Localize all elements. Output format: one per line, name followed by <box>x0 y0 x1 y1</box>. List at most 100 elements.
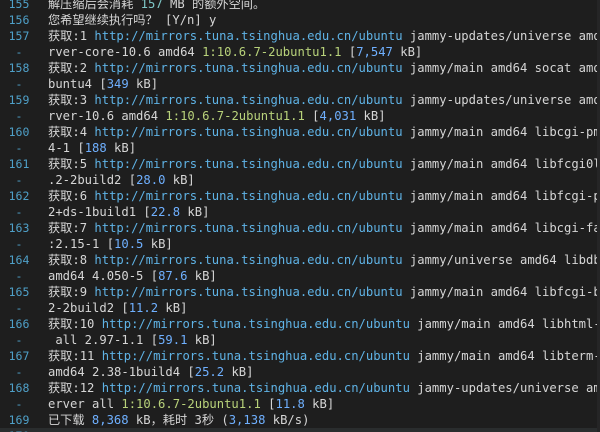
mirror-url[interactable]: http://mirrors.tuna.tsinghua.edu.cn/ubun… <box>102 349 410 363</box>
line-number: 163 <box>8 221 30 235</box>
line-text: .2-2build2 [28.0 kB] <box>48 172 195 188</box>
text-segment: 获取:7 <box>48 221 95 235</box>
terminal-line: 157 获取:1 http://mirrors.tuna.tsinghua.edu… <box>0 28 600 44</box>
line-text: 获取:10 http://mirrors.tuna.tsinghua.edu.c… <box>48 316 600 332</box>
line-number: 155 <box>8 0 30 11</box>
line-number: - <box>15 333 23 347</box>
line-text: 获取:5 http://mirrors.tuna.tsinghua.edu.cn… <box>48 156 600 172</box>
terminal-line: 155 解压缩后会消耗 157 MB 的额外空间。 <box>0 0 600 12</box>
line-number: 168 <box>8 381 30 395</box>
terminal-line: 163 获取:7 http://mirrors.tuna.tsinghua.edu… <box>0 220 600 236</box>
line-number: - <box>15 45 23 59</box>
version-string: 1:10.6.7-2ubuntu1.1 <box>121 397 261 411</box>
text-segment: amd64 2.38-1build4 [ <box>48 365 195 379</box>
text-segment: 已下载 <box>48 413 92 427</box>
text-segment: buntu4 [ <box>48 77 107 91</box>
size-value: 11.2 <box>128 301 159 315</box>
line-text: 2+ds-1build1 [22.8 kB] <box>48 204 209 220</box>
size-value: 8,368 <box>91 413 129 427</box>
line-number: - <box>15 269 23 283</box>
text-segment: jammy/universe amd64 libdbd-my <box>409 253 600 267</box>
text-segment: jammy-updates/universe amd64 <box>417 381 600 395</box>
terminal-line: 156 您希望继续执行吗？ [Y/n] y <box>0 12 600 28</box>
text-segment: 获取:8 <box>48 253 95 267</box>
text-segment: 2+ds-1build1 [ <box>48 205 151 219</box>
line-number: - <box>15 173 23 187</box>
text-segment: jammy-updates/universe amd64 m <box>409 29 600 43</box>
size-value: 7,547 <box>356 45 393 59</box>
line-number: 167 <box>8 349 30 363</box>
text-segment: 获取:9 <box>48 285 95 299</box>
mirror-url[interactable]: http://mirrors.tuna.tsinghua.edu.cn/ubun… <box>94 221 402 235</box>
line-text: buntu4 [349 kB] <box>48 76 158 92</box>
size-value: 3,138 <box>228 413 266 427</box>
text-segment: kB] <box>106 141 137 155</box>
terminal-line: 162 获取:6 http://mirrors.tuna.tsinghua.edu… <box>0 188 600 204</box>
text-segment: kB] <box>187 269 217 283</box>
text-segment: [ <box>260 397 276 411</box>
text-segment: [ <box>341 45 357 59</box>
terminal-line: 158 获取:2 http://mirrors.tuna.tsinghua.edu… <box>0 60 600 76</box>
text-segment: .2-2build2 [ <box>48 173 137 187</box>
mirror-url[interactable]: http://mirrors.tuna.tsinghua.edu.cn/ubun… <box>94 125 402 139</box>
line-number: 156 <box>8 13 30 27</box>
text-segment: jammy/main amd64 libhtml-temp <box>417 317 600 331</box>
terminal-line: 164 获取:8 http://mirrors.tuna.tsinghua.edu… <box>0 252 600 268</box>
text-segment: jammy/main amd64 libterm-read <box>417 349 600 363</box>
text-segment: kB，耗时 3秒 ( <box>128 413 229 427</box>
line-text: 获取:6 http://mirrors.tuna.tsinghua.edu.cn… <box>48 188 600 204</box>
line-text: rver-10.6 amd64 1:10.6.7-2ubuntu1.1 [4,0… <box>48 108 386 124</box>
line-number: - <box>15 109 23 123</box>
terminal-line: - 4-1 [188 kB] <box>0 140 600 156</box>
terminal-line: 167 获取:11 http://mirrors.tuna.tsinghua.ed… <box>0 348 600 364</box>
line-number: 170 <box>0 428 38 432</box>
terminal-line: 166 获取:10 http://mirrors.tuna.tsinghua.ed… <box>0 316 600 332</box>
text-segment: 获取:1 <box>48 29 95 43</box>
text-segment: jammy-updates/universe amd64 m <box>409 93 600 107</box>
mirror-url[interactable]: http://mirrors.tuna.tsinghua.edu.cn/ubun… <box>94 61 402 75</box>
line-text: 解压缩后会消耗 157 MB 的额外空间。 <box>48 0 265 12</box>
terminal-line: - amd64 4.050-5 [87.6 kB] <box>0 268 600 284</box>
text-segment: all 2.97-1.1 [ <box>48 333 159 347</box>
line-number: - <box>15 301 23 315</box>
mirror-url[interactable]: http://mirrors.tuna.tsinghua.edu.cn/ubun… <box>102 381 410 395</box>
text-segment: 获取:2 <box>48 61 95 75</box>
mirror-url[interactable]: http://mirrors.tuna.tsinghua.edu.cn/ubun… <box>94 253 402 267</box>
text-segment: kB] <box>143 237 173 251</box>
mirror-url[interactable]: http://mirrors.tuna.tsinghua.edu.cn/ubun… <box>94 285 402 299</box>
line-text: 获取:9 http://mirrors.tuna.tsinghua.edu.cn… <box>48 284 600 300</box>
size-value: 4,031 <box>319 109 357 123</box>
size-value: 10.5 <box>114 237 144 251</box>
mirror-url[interactable]: http://mirrors.tuna.tsinghua.edu.cn/ubun… <box>94 157 402 171</box>
mirror-url[interactable]: http://mirrors.tuna.tsinghua.edu.cn/ubun… <box>94 29 402 43</box>
mirror-url[interactable]: http://mirrors.tuna.tsinghua.edu.cn/ubun… <box>102 317 410 331</box>
size-value: 188 <box>84 141 107 155</box>
line-number: 169 <box>8 413 30 427</box>
line-text: :2.15-1 [10.5 kB] <box>48 236 173 252</box>
text-segment: erver all <box>48 397 122 411</box>
size-value: 28.0 <box>136 173 166 187</box>
text-segment: MB 的额外空间。 <box>162 0 266 11</box>
line-number: - <box>15 77 23 91</box>
line-number: - <box>15 237 23 251</box>
mirror-url[interactable]: http://mirrors.tuna.tsinghua.edu.cn/ubun… <box>94 93 402 107</box>
terminal-output[interactable]: 155 解压缩后会消耗 157 MB 的额外空间。 156 您希望继续执行吗？ [Y/… <box>0 0 600 432</box>
text-segment: 2-2build2 [ <box>48 301 129 315</box>
line-number: 164 <box>8 253 30 267</box>
line-text: erver all 1:10.6.7-2ubuntu1.1 [11.8 kB] <box>48 396 334 412</box>
line-number: 157 <box>8 29 30 43</box>
terminal-line: 169 已下载 8,368 kB，耗时 3秒 (3,138 kB/s) <box>0 412 600 428</box>
size-value: 59.1 <box>158 333 188 347</box>
text-segment: 获取:6 <box>48 189 95 203</box>
mirror-url[interactable]: http://mirrors.tuna.tsinghua.edu.cn/ubun… <box>94 189 402 203</box>
terminal-line: 161 获取:5 http://mirrors.tuna.tsinghua.edu… <box>0 156 600 172</box>
line-number: 162 <box>8 189 30 203</box>
line-text: rver-core-10.6 amd64 1:10.6.7-2ubuntu1.1… <box>48 44 422 60</box>
text-segment: 获取:4 <box>48 125 95 139</box>
text-segment: [ <box>304 109 320 123</box>
terminal-line: - rver-10.6 amd64 1:10.6.7-2ubuntu1.1 [4,… <box>0 108 600 124</box>
text-segment: 获取:10 <box>48 317 102 331</box>
text-segment: jammy/main amd64 libfcgi0ldbl <box>409 157 600 171</box>
text-segment: jammy/main amd64 socat amd64 <box>409 61 600 75</box>
text-segment: kB] <box>392 45 423 59</box>
